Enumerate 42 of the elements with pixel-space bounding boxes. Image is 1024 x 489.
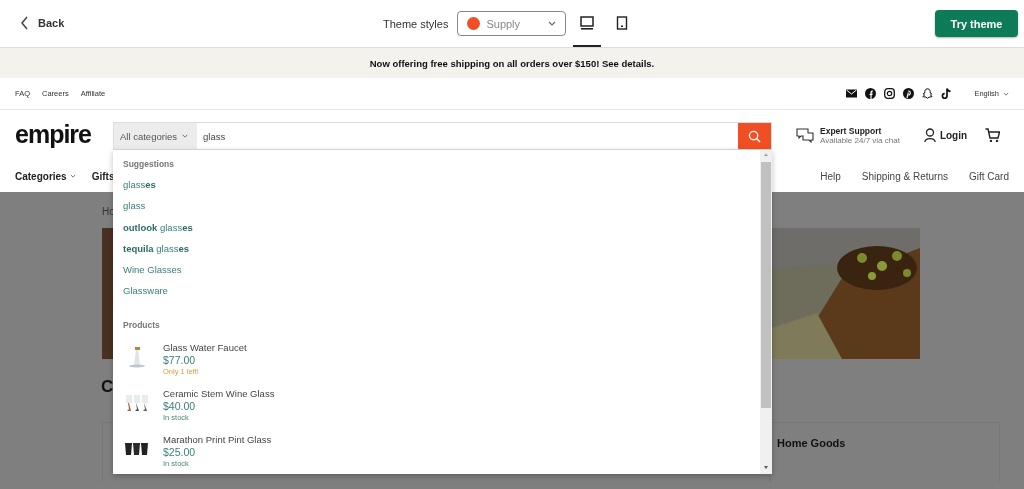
chat-bubbles-icon bbox=[796, 127, 814, 143]
theme-styles-label: Theme styles bbox=[383, 17, 449, 30]
suggestion-item[interactable]: glasses bbox=[123, 174, 750, 196]
support-subtitle: Available 24/7 via chat bbox=[820, 135, 900, 145]
instagram-icon[interactable] bbox=[884, 88, 896, 99]
login-link[interactable]: Login bbox=[923, 128, 968, 142]
try-theme-button[interactable]: Try theme bbox=[935, 10, 1018, 37]
back-button[interactable]: Back bbox=[20, 15, 65, 30]
nav-link[interactable]: Gift Card bbox=[969, 170, 1009, 182]
suggestion-item[interactable]: glass bbox=[123, 195, 750, 217]
cart-icon[interactable] bbox=[985, 128, 1001, 142]
snapchat-icon[interactable] bbox=[922, 88, 934, 99]
nav-link[interactable]: Shipping & Returns bbox=[861, 170, 948, 182]
chevron-left-icon bbox=[20, 15, 28, 30]
product-price: $25.00 bbox=[163, 445, 197, 459]
support-title: Expert Support bbox=[820, 125, 883, 136]
store-logo[interactable]: empire bbox=[15, 119, 113, 149]
theme-select[interactable]: Supply bbox=[457, 11, 567, 36]
search-button[interactable] bbox=[738, 123, 771, 149]
product-name[interactable]: Ceramic Stem Wine Glass bbox=[163, 386, 275, 400]
nav-link[interactable]: Help bbox=[820, 170, 841, 182]
product-price: $40.00 bbox=[163, 399, 197, 413]
category-title: Home Goods bbox=[777, 437, 847, 449]
mail-icon[interactable] bbox=[846, 88, 858, 99]
search-icon bbox=[748, 129, 761, 143]
caret-icon bbox=[1003, 91, 1009, 96]
caret-icon bbox=[548, 21, 557, 26]
user-icon bbox=[923, 128, 936, 142]
desktop-icon bbox=[580, 15, 595, 30]
caret-icon bbox=[182, 134, 189, 138]
facebook-icon[interactable] bbox=[865, 88, 877, 99]
category-select[interactable]: All categories bbox=[114, 123, 197, 149]
announcement-text: Now offering free shipping on all orders over $150! See details. bbox=[369, 57, 655, 69]
nav-menu-item[interactable]: Categories bbox=[15, 170, 76, 182]
mobile-icon bbox=[616, 15, 629, 30]
tiktok-icon[interactable] bbox=[941, 88, 953, 99]
pinterest-icon[interactable] bbox=[903, 88, 915, 99]
nav-menu-item[interactable]: Gifts bbox=[91, 170, 124, 182]
section-heading: Suggestions bbox=[123, 159, 175, 171]
caret-icon bbox=[69, 174, 76, 178]
section-heading: C bbox=[101, 377, 113, 398]
product-name[interactable]: Marathon Print Pint Glass bbox=[163, 432, 272, 446]
